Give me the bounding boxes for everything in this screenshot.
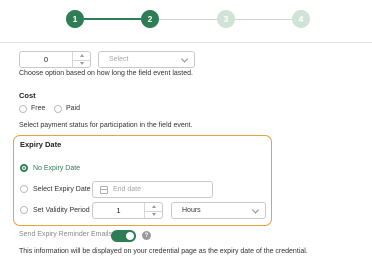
validity-increment-button[interactable] xyxy=(145,203,162,211)
validity-value-stepper[interactable]: 1 xyxy=(92,202,163,219)
calendar-icon xyxy=(100,185,108,194)
chevron-up-icon xyxy=(79,54,84,58)
step-1-indicator[interactable]: 1 xyxy=(66,10,84,28)
validity-decrement-button[interactable] xyxy=(145,210,162,219)
chevron-down-icon xyxy=(151,213,156,217)
chevron-up-icon xyxy=(151,205,156,209)
step-4-label: 4 xyxy=(298,14,304,24)
cost-heading: Cost xyxy=(19,91,36,100)
expiry-heading: Expiry Date xyxy=(20,140,62,149)
validity-value[interactable]: 1 xyxy=(93,203,144,218)
step-connector-3 xyxy=(235,19,292,20)
step-2-label: 2 xyxy=(147,14,153,24)
cost-free-label[interactable]: Free xyxy=(31,105,45,112)
cost-paid-radio[interactable] xyxy=(54,105,62,113)
no-expiry-label[interactable]: No Expiry Date xyxy=(33,165,80,172)
reminder-toggle[interactable] xyxy=(111,230,136,242)
duration-increment-button[interactable] xyxy=(73,52,90,60)
duration-value[interactable]: 0 xyxy=(20,52,72,67)
duration-spin-buttons xyxy=(72,52,90,67)
duration-stepper[interactable]: 0 xyxy=(19,51,91,68)
step-4-indicator[interactable]: 4 xyxy=(292,10,310,28)
step-connector-1 xyxy=(84,18,141,20)
cost-free-radio[interactable] xyxy=(19,105,27,113)
reminder-label: Send Expiry Reminder Emails xyxy=(19,231,112,238)
step-3-label: 3 xyxy=(223,14,229,24)
cost-helper-text: Select payment status for participation … xyxy=(19,122,193,129)
chevron-down-icon xyxy=(251,205,260,214)
step-2-indicator[interactable]: 2 xyxy=(141,10,159,28)
duration-decrement-button[interactable] xyxy=(73,59,90,68)
reminder-note: This information will be displayed on yo… xyxy=(19,248,308,255)
step-connector-2 xyxy=(159,19,217,20)
no-expiry-radio[interactable] xyxy=(20,164,28,172)
validity-unit-value: Hours xyxy=(182,207,201,214)
chevron-down-icon xyxy=(79,62,84,66)
duration-unit-select[interactable]: Select xyxy=(98,51,195,68)
duration-helper-text: Choose option based on how long the fiel… xyxy=(19,70,193,77)
end-date-placeholder: End date xyxy=(113,186,142,193)
chevron-down-icon xyxy=(180,54,189,63)
select-expiry-radio[interactable] xyxy=(20,185,28,193)
step-1-label: 1 xyxy=(72,14,78,24)
duration-unit-placeholder: Select xyxy=(109,56,129,63)
validity-period-radio[interactable] xyxy=(20,206,28,214)
validity-unit-select[interactable]: Hours xyxy=(171,202,266,219)
help-icon[interactable]: ? xyxy=(142,231,151,240)
end-date-input[interactable]: End date xyxy=(92,181,213,198)
step-3-indicator[interactable]: 3 xyxy=(217,10,235,28)
cost-paid-label[interactable]: Paid xyxy=(66,105,80,112)
progress-stepper: 1 2 3 4 xyxy=(0,0,372,42)
select-expiry-label[interactable]: Select Expiry Date xyxy=(33,186,91,193)
stepper-divider xyxy=(0,42,372,43)
validity-period-label[interactable]: Set Validity Period xyxy=(33,207,90,214)
validity-spin-buttons xyxy=(144,203,162,218)
